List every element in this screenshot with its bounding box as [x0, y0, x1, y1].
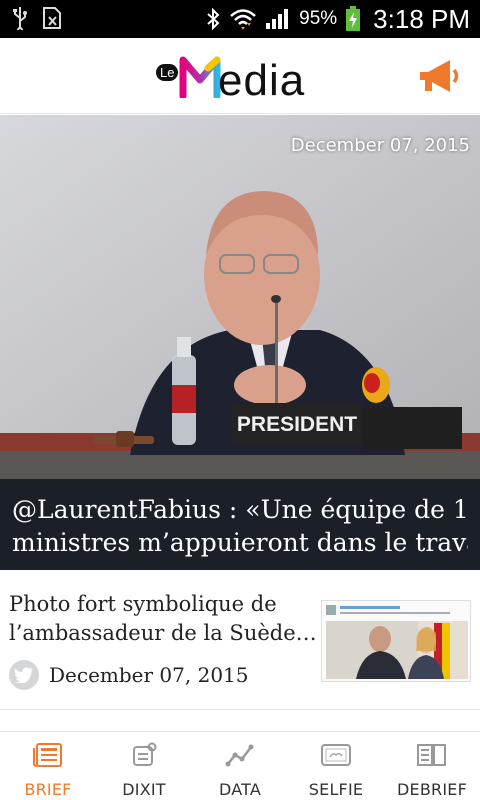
- wifi-icon: [230, 9, 256, 30]
- featured-article[interactable]: PRESIDENT December 07, 2015 @LaurentFabi…: [0, 115, 480, 570]
- tab-selfie[interactable]: SELFIE: [288, 732, 384, 800]
- selfie-icon: [321, 744, 351, 766]
- app-header: Le M edia: [0, 38, 480, 114]
- list-item-title-line-2: l’ambassadeur de la Suède…: [9, 621, 317, 645]
- tab-brief[interactable]: BRIEF: [0, 732, 96, 800]
- logo-le-badge: Le: [156, 64, 179, 81]
- featured-caption[interactable]: @LaurentFabius : «Une équipe de 14 minis…: [0, 479, 480, 570]
- list-item-title-line-1: Photo fort symbolique de: [9, 592, 277, 616]
- status-right: 95% 3:18 PM: [205, 0, 470, 38]
- dixit-icon: [133, 742, 157, 766]
- debrief-icon: [417, 744, 446, 766]
- list-item-meta: December 07, 2015: [9, 660, 249, 690]
- list-item-thumbnail: [321, 600, 471, 682]
- bluetooth-icon: [207, 7, 220, 31]
- twitter-icon: [9, 660, 39, 690]
- list-item[interactable]: Photo fort symbolique de l’ambassadeur d…: [0, 570, 480, 710]
- clock: 3:18 PM: [373, 3, 470, 34]
- nameplate-text: PRESIDENT: [237, 413, 357, 436]
- tab-selfie-label: SELFIE: [308, 780, 364, 799]
- status-bar: 95% 3:18 PM: [0, 0, 480, 38]
- battery-charging-icon: [346, 6, 361, 31]
- featured-caption-line-1: @LaurentFabius : «Une équipe de 14: [12, 495, 468, 524]
- featured-caption-line-2: ministres m’appuieront dans le travai…: [12, 528, 468, 557]
- list-item-title: Photo fort symbolique de l’ambassadeur d…: [9, 590, 317, 648]
- tab-data-label: DATA: [218, 780, 262, 799]
- tab-debrief[interactable]: DEBRIEF: [384, 732, 480, 800]
- tab-brief-label: BRIEF: [24, 780, 72, 799]
- logo-m-mark: [179, 56, 221, 98]
- le-media-logo[interactable]: Le M edia: [156, 50, 336, 106]
- battery-percent: 95%: [299, 8, 338, 29]
- tab-dixit[interactable]: DIXIT: [96, 732, 192, 800]
- featured-photo: PRESIDENT: [0, 115, 480, 479]
- brief-icon: [33, 743, 62, 767]
- megaphone-icon[interactable]: [416, 56, 464, 96]
- list-item-date: December 07, 2015: [49, 663, 249, 687]
- signal-icon: [266, 9, 289, 29]
- status-left-icons: [12, 6, 62, 30]
- data-icon: [225, 744, 254, 767]
- featured-date: December 07, 2015: [290, 135, 470, 156]
- sim-icon: [43, 7, 61, 29]
- usb-icon: [13, 7, 27, 30]
- tab-data[interactable]: DATA: [192, 732, 288, 800]
- tab-debrief-label: DEBRIEF: [397, 780, 467, 799]
- bottom-navigation: BRIEF DIXIT DATA SELFIE DEBRIEF: [0, 731, 480, 800]
- logo-wordmark: edia: [218, 56, 306, 105]
- tab-dixit-label: DIXIT: [122, 780, 166, 799]
